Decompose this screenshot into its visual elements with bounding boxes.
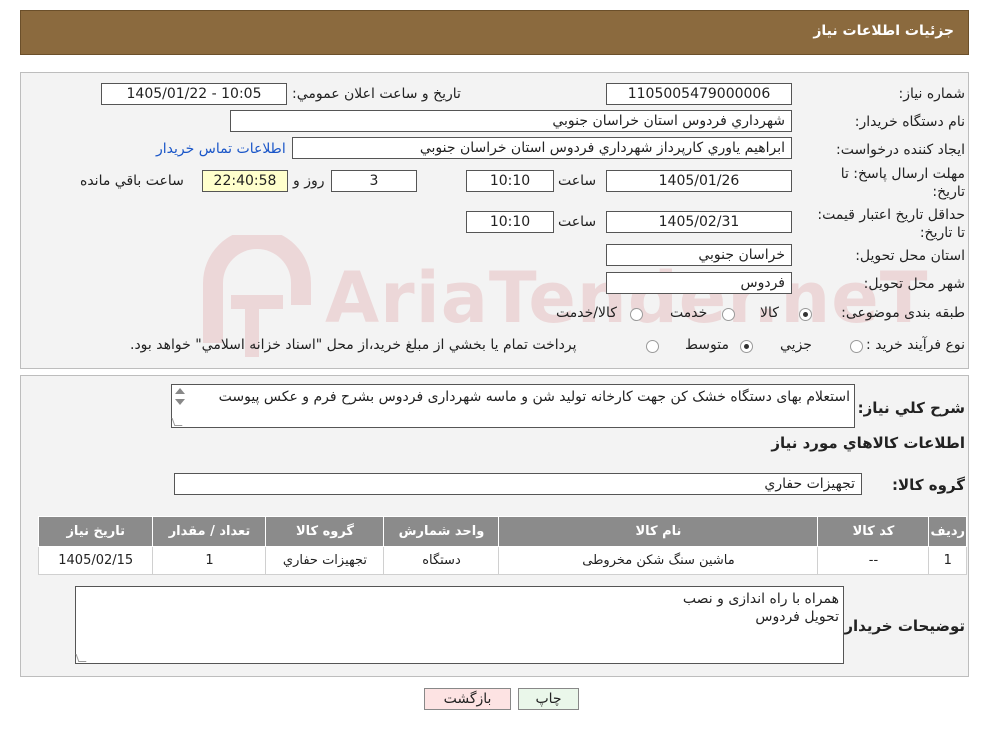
col-header: تعداد / مقدار	[152, 516, 267, 547]
buyer-notes-label: توضيحات خريدار:	[838, 617, 965, 635]
buyer-notes-line2: تحویل فردوس	[755, 609, 839, 625]
scroll-down-icon[interactable]	[175, 399, 185, 405]
process-radio-minor[interactable]	[850, 340, 863, 353]
back-button[interactable]: بازگشت	[424, 688, 511, 710]
process-radio-medium[interactable]	[740, 340, 753, 353]
price-validity-time-field: 10:10	[466, 211, 554, 233]
buyer-org-label: نام دستگاه خريدار:	[854, 114, 965, 130]
category-radio-goods-service[interactable]	[630, 308, 643, 321]
cell-quantity: 1	[152, 546, 267, 575]
category-option-service: خدمت	[670, 305, 708, 321]
category-option-goods-service: كالا/خدمت	[556, 305, 617, 321]
col-header: تاريخ نياز	[37, 516, 154, 547]
price-validity-date-field: 1405/02/31	[606, 211, 792, 233]
remaining-label: ساعت باقي مانده	[80, 173, 184, 189]
province-label: استان محل تحويل:	[855, 248, 965, 264]
page-title: جزئیات اطلاعات نیاز	[813, 23, 954, 39]
remaining-time-field: 22:40:58	[202, 170, 288, 192]
col-header: واحد شمارش	[383, 516, 500, 547]
category-radio-service[interactable]	[722, 308, 735, 321]
col-header: گروه كالا	[265, 516, 385, 547]
col-header: رديف	[928, 516, 967, 547]
scroll-up-icon[interactable]	[175, 388, 185, 394]
process-option-medium: متوسط	[685, 337, 729, 353]
items-table-wrap: رديف كد كالا نام كالا واحد شمارش گروه كا…	[37, 516, 967, 575]
buyer-notes-line1: همراه با راه اندازی و نصب	[682, 591, 839, 607]
process-option-minor: جزيي	[780, 337, 812, 353]
description-label: شرح كلي نياز:	[857, 399, 965, 417]
cell-item-code: --	[817, 546, 930, 575]
deadline-time-field: 10:10	[466, 170, 554, 192]
process-note: پرداخت تمام يا بخشي از مبلغ خريد،از محل …	[130, 337, 577, 353]
announce-field: 1405/01/22 - 10:05	[101, 83, 287, 105]
creator-field: ابراهيم ياوري كارپرداز شهرداري فردوس است…	[292, 137, 792, 159]
deadline-date-field: 1405/01/26	[606, 170, 792, 192]
days-label: روز و	[293, 173, 325, 189]
print-button[interactable]: چاپ	[518, 688, 579, 710]
resize-handle-icon[interactable]	[171, 418, 183, 426]
days-field: 3	[331, 170, 417, 192]
contact-info-link[interactable]: اطلاعات تماس خريدار	[156, 141, 286, 157]
cell-need-date: 1405/02/15	[37, 546, 154, 575]
goods-group-field: تجهيزات حفاري	[174, 473, 862, 495]
process-radio-treasury[interactable]	[646, 340, 659, 353]
need-number-label: شماره نیاز:	[898, 86, 966, 102]
process-label: نوع فرآيند خريد :	[866, 337, 965, 353]
announce-label: تاریخ و ساعت اعلان عمومي:	[292, 86, 461, 102]
price-validity-time-label: ساعت	[558, 214, 597, 230]
category-label: طبقه بندی موضوعی:	[841, 305, 965, 321]
resize-handle-icon[interactable]	[75, 654, 87, 662]
table-header-row: رديف كد كالا نام كالا واحد شمارش گروه كا…	[37, 516, 967, 547]
deadline-label: مهلت ارسال پاسخ: تا تاریخ:	[840, 166, 965, 200]
province-field: خراسان جنوبي	[606, 244, 792, 266]
deadline-time-label: ساعت	[558, 173, 597, 189]
category-radio-goods[interactable]	[799, 308, 812, 321]
creator-label: ايجاد کننده درخواست:	[836, 142, 965, 158]
goods-group-label: گروه كالا:	[892, 476, 965, 494]
goods-section-title: اطلاعات كالاهاي مورد نياز	[771, 434, 965, 452]
col-header: كد كالا	[817, 516, 930, 547]
page-header: جزئیات اطلاعات نیاز	[20, 10, 969, 55]
category-option-goods: كالا	[760, 305, 779, 321]
buyer-notes-textarea[interactable]: همراه با راه اندازی و نصب تحویل فردوس	[75, 586, 844, 664]
city-field: فردوس	[606, 272, 792, 294]
items-table: رديف كد كالا نام كالا واحد شمارش گروه كا…	[37, 516, 967, 575]
description-text: استعلام بهای دستگاه خشک کن جهت کارخانه ت…	[218, 389, 850, 405]
need-number-field: 1105005479000006	[606, 83, 792, 105]
col-header: نام كالا	[498, 516, 819, 547]
cell-row-number: 1	[928, 546, 967, 575]
cell-item-name: ماشين سنگ شكن مخروطی	[498, 546, 819, 575]
table-row: 1 -- ماشين سنگ شكن مخروطی دستگاه تجهيزات…	[37, 546, 967, 575]
description-textarea[interactable]: استعلام بهای دستگاه خشک کن جهت کارخانه ت…	[171, 384, 855, 428]
cell-group: تجهيزات حفاري	[265, 546, 385, 575]
cell-unit: دستگاه	[383, 546, 500, 575]
city-label: شهر محل تحويل:	[863, 276, 965, 292]
price-validity-label: حداقل تاريخ اعتبار قيمت: تا تاريخ:	[817, 207, 965, 241]
buyer-org-field: شهرداري فردوس استان خراسان جنوبي	[230, 110, 792, 132]
